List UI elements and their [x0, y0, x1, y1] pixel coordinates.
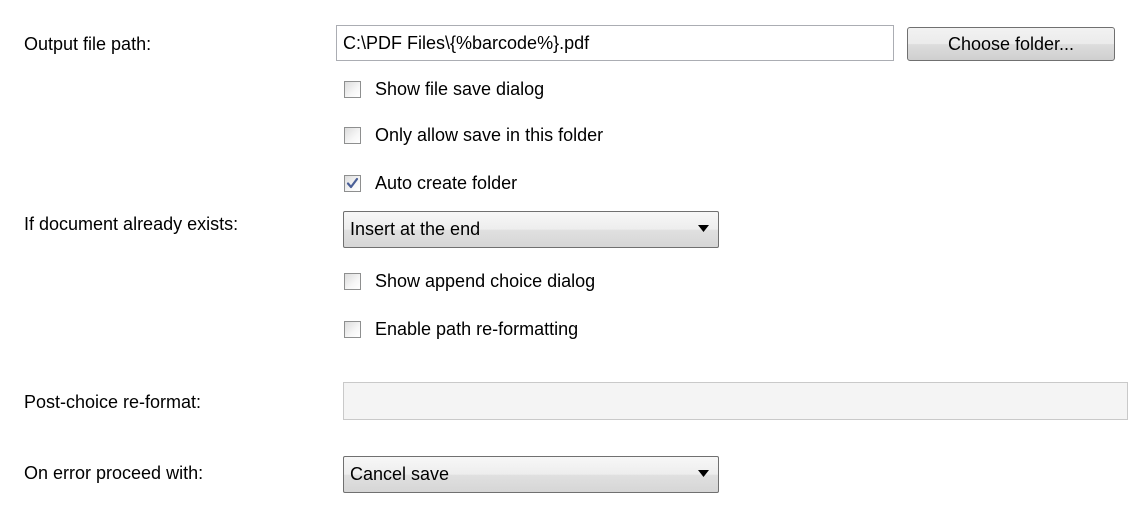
- chevron-down-icon: [698, 225, 709, 232]
- post-choice-reformat-input[interactable]: [343, 382, 1128, 420]
- auto-create-folder-label: Auto create folder: [375, 172, 518, 193]
- auto-create-folder-option[interactable]: Auto create folder: [344, 171, 517, 195]
- chevron-down-icon: [698, 470, 709, 477]
- if-document-exists-label: If document already exists:: [24, 214, 239, 234]
- on-error-value: Cancel save: [350, 464, 450, 484]
- save-settings-panel: Output file path: Choose folder... Show …: [0, 0, 1128, 512]
- only-allow-save-checkbox[interactable]: [344, 126, 361, 144]
- show-append-choice-dialog-checkbox[interactable]: [344, 272, 361, 290]
- show-file-save-dialog-option[interactable]: Show file save dialog: [344, 77, 544, 101]
- show-file-save-dialog-label: Show file save dialog: [375, 78, 545, 99]
- enable-path-reformatting-label: Enable path re-formatting: [375, 318, 579, 339]
- output-file-path-input[interactable]: [336, 25, 894, 61]
- enable-path-reformatting-option[interactable]: Enable path re-formatting: [344, 317, 578, 341]
- on-error-dropdown[interactable]: Cancel save: [343, 456, 719, 493]
- enable-path-reformatting-checkbox[interactable]: [344, 320, 361, 338]
- show-file-save-dialog-checkbox[interactable]: [344, 80, 361, 98]
- choose-folder-button[interactable]: Choose folder...: [907, 27, 1115, 61]
- if-document-exists-dropdown[interactable]: Insert at the end: [343, 211, 719, 248]
- output-file-path-label: Output file path:: [24, 34, 152, 54]
- post-choice-reformat-label: Post-choice re-format:: [24, 392, 202, 412]
- auto-create-folder-checkbox[interactable]: [344, 174, 361, 192]
- if-document-exists-value: Insert at the end: [350, 219, 481, 239]
- only-allow-save-label: Only allow save in this folder: [375, 124, 604, 145]
- on-error-label: On error proceed with:: [24, 463, 204, 483]
- only-allow-save-option[interactable]: Only allow save in this folder: [344, 123, 603, 147]
- show-append-choice-dialog-option[interactable]: Show append choice dialog: [344, 269, 595, 293]
- check-icon: [346, 177, 359, 188]
- show-append-choice-dialog-label: Show append choice dialog: [375, 270, 596, 291]
